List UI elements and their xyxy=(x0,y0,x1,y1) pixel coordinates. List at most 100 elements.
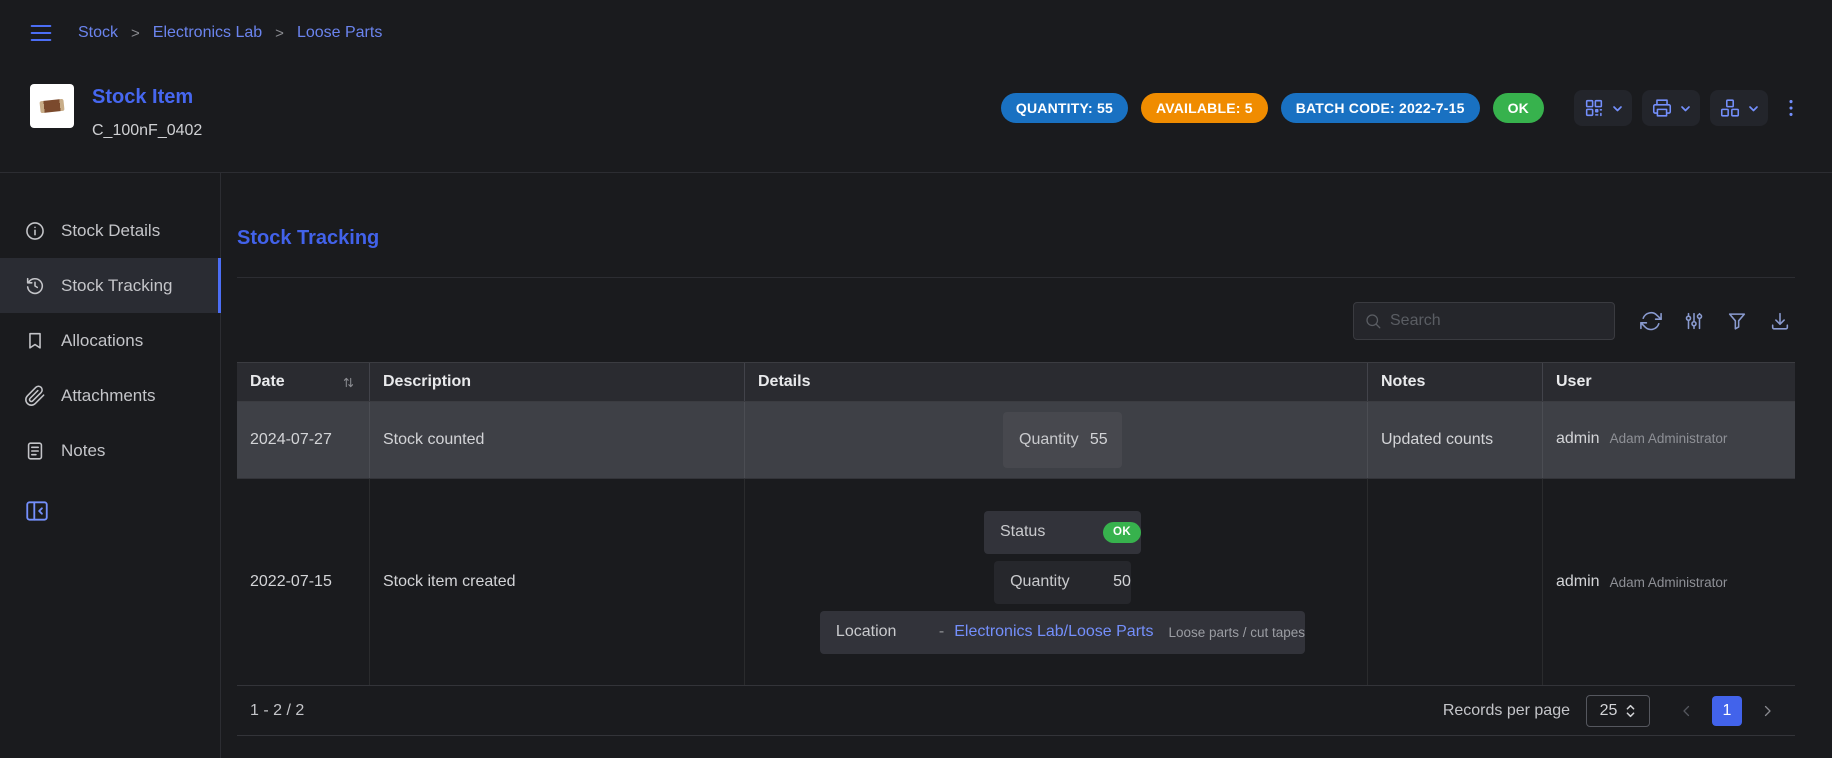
ok-status-badge: OK xyxy=(1493,93,1544,123)
cell-user: admin Adam Administrator xyxy=(1543,402,1795,478)
column-header-user[interactable]: User xyxy=(1543,363,1795,401)
chevron-left-icon xyxy=(1678,702,1696,720)
info-circle-icon xyxy=(24,220,46,242)
qrcode-icon xyxy=(1583,97,1605,119)
footer-right: Records per page 25 1 xyxy=(1443,695,1782,727)
download-icon xyxy=(1769,310,1791,332)
sidebar-item-label: Stock Tracking xyxy=(61,276,173,296)
cell-notes xyxy=(1368,479,1543,685)
select-stepper-icon xyxy=(1625,703,1636,719)
record-range: 1 - 2 / 2 xyxy=(250,702,304,720)
breadcrumb-stock[interactable]: Stock xyxy=(78,24,118,42)
menu-hamburger-button[interactable] xyxy=(26,18,56,48)
barcode-actions-button[interactable] xyxy=(1574,90,1632,126)
batch-code-badge: BATCH CODE: 2022-7-15 xyxy=(1281,93,1480,123)
page-1-button[interactable]: 1 xyxy=(1712,696,1742,726)
cell-date: 2022-07-15 xyxy=(237,479,370,685)
pagination: 1 xyxy=(1672,696,1782,726)
cell-notes: Updated counts xyxy=(1368,402,1543,478)
panel-divider xyxy=(237,277,1795,278)
hamburger-icon xyxy=(27,19,55,47)
available-badge: AVAILABLE: 5 xyxy=(1141,93,1268,123)
chevron-down-icon xyxy=(1747,102,1760,115)
page-header: Stock Item C_100nF_0402 QUANTITY: 55 AVA… xyxy=(0,66,1832,172)
chevron-down-icon xyxy=(1611,102,1624,115)
column-label: User xyxy=(1556,373,1592,391)
sidebar-item-stock-tracking[interactable]: Stock Tracking xyxy=(0,258,220,313)
chevron-right-icon xyxy=(1758,702,1776,720)
stock-operations-button[interactable] xyxy=(1710,90,1768,126)
print-actions-button[interactable] xyxy=(1642,90,1700,126)
dots-vertical-icon xyxy=(1780,97,1802,119)
column-header-notes[interactable]: Notes xyxy=(1368,363,1543,401)
cell-user: admin Adam Administrator xyxy=(1543,479,1795,685)
printer-icon xyxy=(1651,97,1673,119)
sidebar-item-stock-details[interactable]: Stock Details xyxy=(0,203,220,258)
packages-icon xyxy=(1719,97,1741,119)
stock-item-thumbnail[interactable] xyxy=(30,84,74,128)
main-panel: Stock Tracking xyxy=(221,173,1832,758)
search-box xyxy=(1353,302,1615,340)
location-description: Loose parts / cut tapes xyxy=(1168,625,1305,640)
sidebar-item-allocations[interactable]: Allocations xyxy=(0,313,220,368)
bookmark-icon xyxy=(24,330,46,352)
breadcrumb-electronics-lab[interactable]: Electronics Lab xyxy=(153,24,262,42)
sidebar-item-notes[interactable]: Notes xyxy=(0,423,220,478)
more-options-button[interactable] xyxy=(1776,90,1806,126)
panel-title: Stock Tracking xyxy=(237,227,1795,250)
detail-label: Status xyxy=(1000,523,1103,541)
cell-date: 2024-07-27 xyxy=(237,402,370,478)
breadcrumb-separator: > xyxy=(275,25,284,42)
page-title: Stock Item xyxy=(92,86,202,109)
previous-page-button[interactable] xyxy=(1672,696,1702,726)
column-header-details[interactable]: Details xyxy=(745,363,1368,401)
detail-row-quantity: Quantity 50 xyxy=(994,561,1131,604)
search-input[interactable] xyxy=(1390,312,1604,330)
chevron-down-icon xyxy=(1679,102,1692,115)
history-icon xyxy=(24,275,46,297)
topbar: Stock > Electronics Lab > Loose Parts xyxy=(0,0,1832,66)
table-toolbar xyxy=(237,302,1795,340)
sidebar-item-label: Notes xyxy=(61,441,105,461)
location-link[interactable]: Electronics Lab/Loose Parts xyxy=(954,623,1153,641)
location-dash: - xyxy=(939,623,944,641)
breadcrumb-loose-parts[interactable]: Loose Parts xyxy=(297,24,382,42)
detail-row-location: Location - Electronics Lab/Loose Parts L… xyxy=(820,611,1305,654)
refresh-button[interactable] xyxy=(1636,306,1666,336)
table-options-button[interactable] xyxy=(1679,306,1709,336)
username: admin xyxy=(1556,430,1600,448)
title-block: Stock Item C_100nF_0402 xyxy=(92,84,202,140)
sidebar-item-attachments[interactable]: Attachments xyxy=(0,368,220,423)
breadcrumb: Stock > Electronics Lab > Loose Parts xyxy=(78,24,382,42)
sidebar-collapse-icon xyxy=(24,498,50,524)
header-right: QUANTITY: 55 AVAILABLE: 5 BATCH CODE: 20… xyxy=(1001,84,1806,126)
detail-row-status: Status OK xyxy=(984,511,1141,554)
status-badges: QUANTITY: 55 AVAILABLE: 5 BATCH CODE: 20… xyxy=(1001,93,1544,123)
column-label: Notes xyxy=(1381,373,1425,391)
column-header-description[interactable]: Description xyxy=(370,363,745,401)
download-button[interactable] xyxy=(1765,306,1795,336)
username: admin xyxy=(1556,573,1600,591)
capacitor-image xyxy=(39,99,64,113)
table-row: 2022-07-15 Stock item created Status OK … xyxy=(237,479,1795,686)
column-header-date[interactable]: Date xyxy=(237,363,370,401)
detail-label: Location xyxy=(836,623,939,641)
sidebar-item-label: Attachments xyxy=(61,386,156,406)
adjustments-icon xyxy=(1683,310,1705,332)
detail-label: Quantity xyxy=(1010,573,1113,591)
cell-description: Stock counted xyxy=(370,402,745,478)
records-per-page-label: Records per page xyxy=(1443,702,1570,720)
filter-button[interactable] xyxy=(1722,306,1752,336)
page-size-value: 25 xyxy=(1600,702,1618,720)
table-header-row: Date Description Details Notes User xyxy=(237,362,1795,402)
refresh-icon xyxy=(1640,310,1662,332)
collapse-sidebar-button[interactable] xyxy=(24,498,50,524)
column-label: Date xyxy=(250,373,285,391)
table-row: 2024-07-27 Stock counted Quantity 55 Upd… xyxy=(237,402,1795,479)
paperclip-icon xyxy=(24,385,46,407)
next-page-button[interactable] xyxy=(1752,696,1782,726)
records-per-page-select[interactable]: 25 xyxy=(1586,695,1650,727)
user-full-name: Adam Administrator xyxy=(1610,431,1728,446)
header-actions xyxy=(1574,90,1768,126)
sidebar-item-label: Stock Details xyxy=(61,221,160,241)
